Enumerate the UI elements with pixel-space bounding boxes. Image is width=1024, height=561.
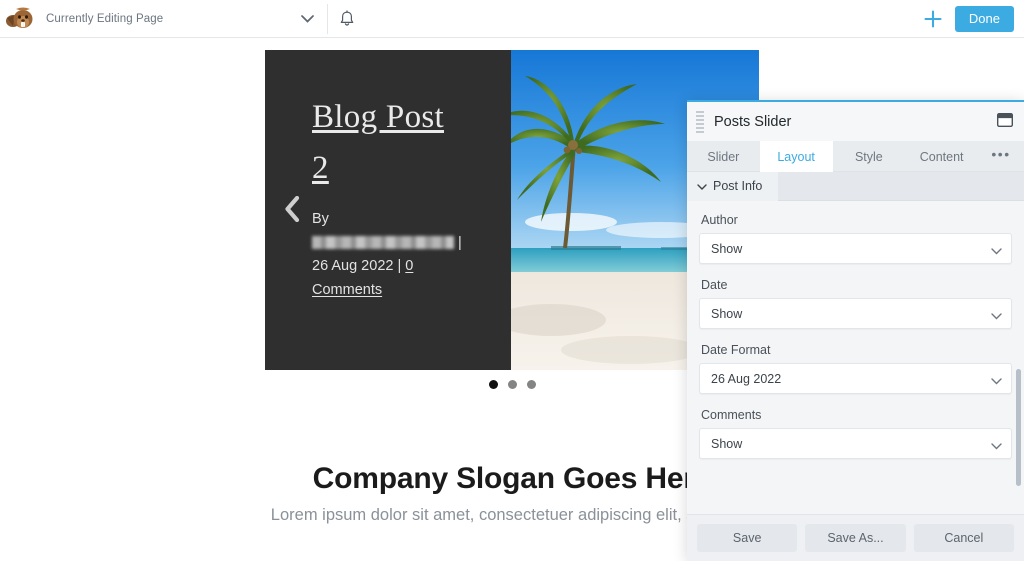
date-select-value: Show	[711, 306, 743, 321]
panel-body: Author Show Date Show Date Format 26 Aug…	[687, 201, 1024, 514]
panel-scrollbar-thumb[interactable]	[1016, 369, 1021, 486]
date-select[interactable]: Show	[699, 298, 1012, 329]
save-button[interactable]: Save	[697, 524, 798, 552]
comments-select[interactable]: Show	[699, 428, 1012, 459]
post-date: 26 Aug 2022	[312, 258, 394, 275]
field-date-format-label: Date Format	[701, 343, 771, 357]
admin-bar-divider	[327, 4, 328, 34]
date-format-select-value: 26 Aug 2022	[711, 371, 782, 386]
field-comments-label: Comments	[701, 408, 762, 422]
panel-footer: Save Save As... Cancel	[687, 514, 1024, 561]
chevron-down-icon	[991, 244, 1002, 258]
field-date: Date Show	[699, 278, 1012, 329]
admin-bar-title: Currently Editing Page	[46, 12, 164, 25]
admin-bar-actions: Done	[915, 0, 1024, 38]
comments-count-link[interactable]: 0	[405, 258, 413, 274]
slider-dot-2[interactable]	[507, 380, 517, 389]
field-author-label: Author	[701, 213, 738, 227]
comments-select-value: Show	[711, 436, 743, 451]
author-select[interactable]: Show	[699, 233, 1012, 264]
panel-section-bar: Post Info	[687, 171, 1024, 201]
panel-header: Posts Slider	[687, 102, 1024, 141]
author-name-redacted	[312, 235, 454, 249]
admin-bar: Currently Editing Page Done	[0, 0, 1024, 38]
plus-icon[interactable]	[915, 0, 951, 38]
author-select-value: Show	[711, 241, 743, 256]
save-as-button[interactable]: Save As...	[805, 524, 906, 552]
tab-more-options[interactable]: •••	[978, 141, 1024, 172]
date-format-select[interactable]: 26 Aug 2022	[699, 363, 1012, 394]
section-post-info-label: Post Info	[713, 179, 763, 193]
chevron-down-icon	[991, 439, 1002, 453]
tab-style[interactable]: Style	[833, 141, 906, 172]
chevron-down-icon	[697, 179, 707, 193]
by-label: By	[312, 211, 329, 228]
post-title-link[interactable]: Blog Post 2	[312, 92, 462, 194]
field-author: Author Show	[699, 213, 1012, 264]
meta-separator-2: |	[397, 258, 402, 275]
tab-slider[interactable]: Slider	[687, 141, 760, 172]
chevron-down-icon[interactable]	[293, 0, 321, 38]
posts-slider-module[interactable]: Blog Post 2 By | 26 Aug 2022 | 0 Comment…	[265, 50, 759, 389]
post-meta: By | 26 Aug 2022 | 0 Comments	[312, 208, 472, 302]
meta-separator-1: |	[458, 234, 462, 251]
field-date-format: Date Format 26 Aug 2022	[699, 343, 1012, 394]
comments-label-link[interactable]: Comments	[312, 282, 382, 298]
tab-layout[interactable]: Layout	[759, 141, 833, 172]
drag-handle-icon[interactable]	[696, 110, 704, 133]
slide-text-pane: Blog Post 2 By | 26 Aug 2022 | 0 Comment…	[265, 50, 511, 370]
panel-tabs: Slider Layout Style Content •••	[687, 141, 1024, 172]
tab-content[interactable]: Content	[905, 141, 978, 172]
posts-slider-settings-panel: Posts Slider Slider Layout Style Content…	[687, 100, 1024, 561]
field-date-label: Date	[701, 278, 728, 292]
slide: Blog Post 2 By | 26 Aug 2022 | 0 Comment…	[265, 50, 759, 370]
panel-title: Posts Slider	[714, 113, 792, 130]
dock-window-icon[interactable]	[996, 112, 1014, 128]
chevron-left-icon[interactable]	[277, 192, 307, 226]
editor-screen: Currently Editing Page Done Blog Post 2	[0, 0, 1024, 561]
done-button[interactable]: Done	[954, 6, 1014, 32]
slider-dot-1[interactable]	[488, 380, 498, 389]
section-post-info[interactable]: Post Info	[687, 171, 779, 201]
slider-dots	[265, 380, 759, 389]
field-comments: Comments Show	[699, 408, 1012, 459]
bell-icon[interactable]	[333, 0, 361, 38]
beaver-logo-icon[interactable]	[2, 0, 40, 38]
chevron-down-icon	[991, 374, 1002, 388]
cancel-button[interactable]: Cancel	[913, 524, 1014, 552]
slider-dot-3[interactable]	[526, 380, 536, 389]
chevron-down-icon	[991, 309, 1002, 323]
